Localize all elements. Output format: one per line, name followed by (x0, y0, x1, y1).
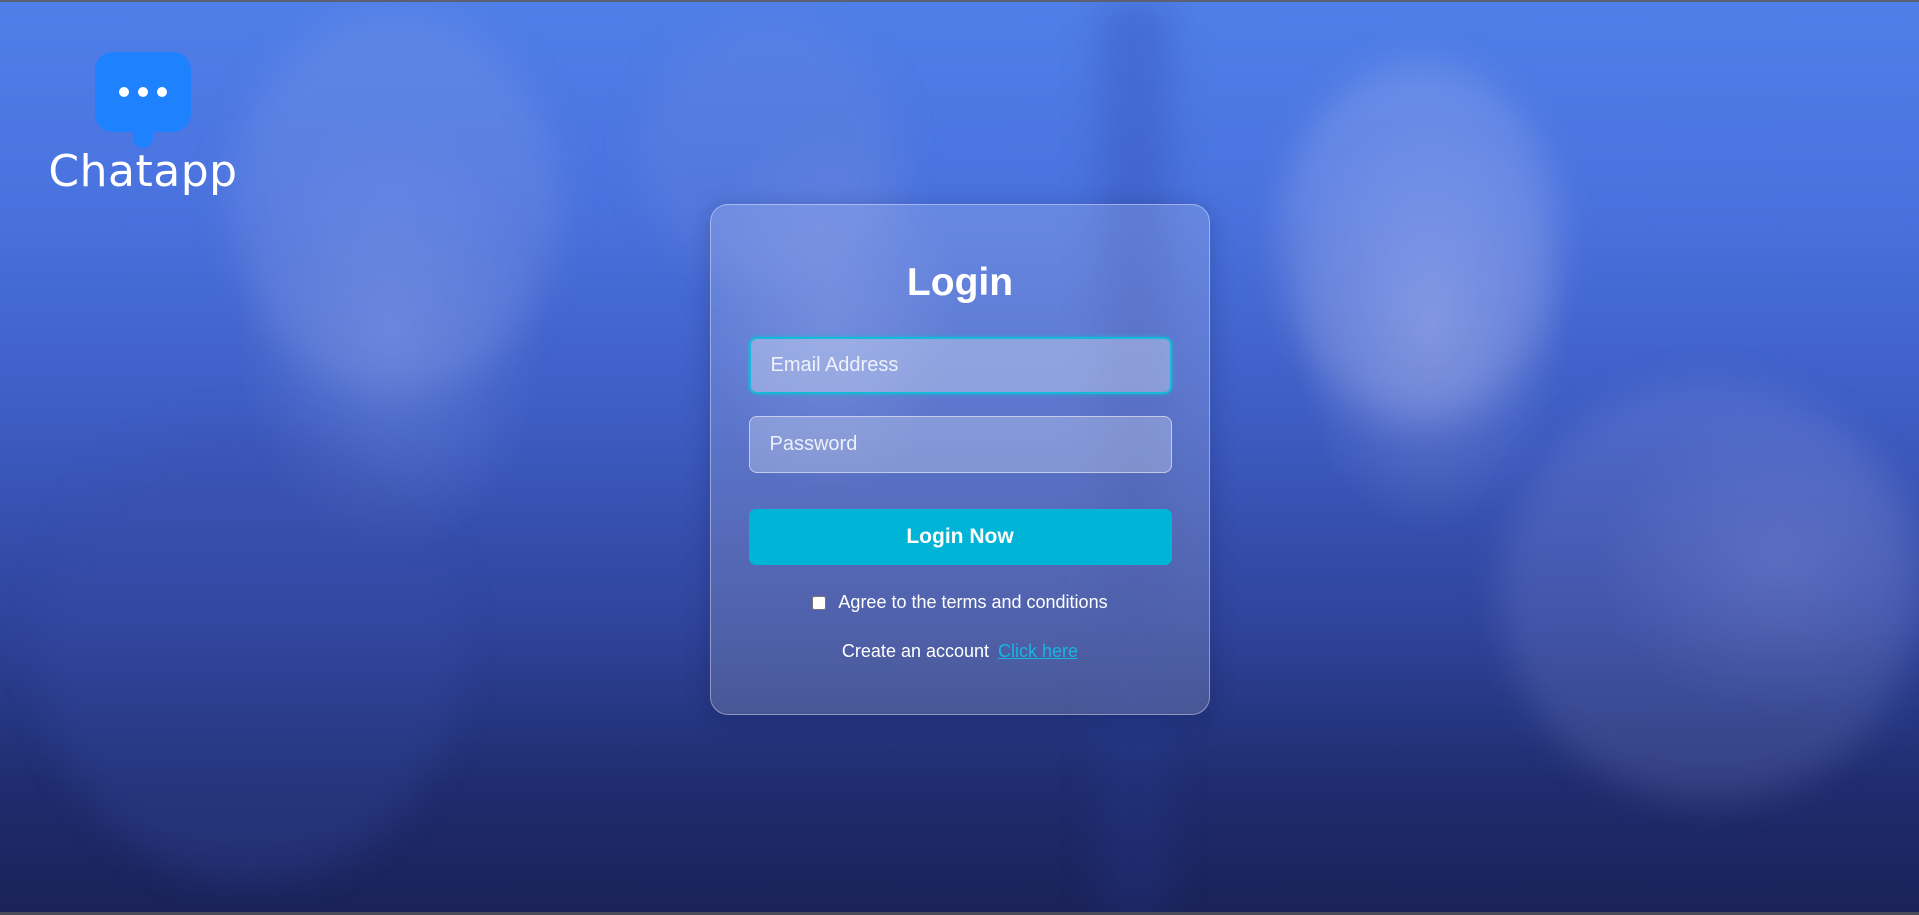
login-page: Chatapp Login Login Now Agree to the ter… (0, 0, 1919, 915)
background-photo-shape (40, 422, 460, 882)
login-button[interactable]: Login Now (748, 509, 1172, 565)
background-photo-shape (1280, 62, 1560, 422)
email-field[interactable] (748, 337, 1172, 394)
signup-row: Create an account Click here (842, 641, 1078, 662)
terms-checkbox[interactable] (812, 595, 827, 610)
password-field[interactable] (748, 416, 1172, 473)
dot (138, 87, 148, 97)
terms-row[interactable]: Agree to the terms and conditions (812, 592, 1108, 613)
dot (157, 87, 167, 97)
brand-name: Chatapp (48, 146, 238, 197)
login-title: Login (906, 261, 1014, 304)
chat-bubble-dots-icon (95, 52, 191, 148)
terms-label: Agree to the terms and conditions (838, 592, 1108, 612)
signup-prompt: Create an account (841, 641, 990, 661)
background-photo-shape (230, 12, 560, 392)
dot (119, 87, 129, 97)
signup-link[interactable]: Click here (998, 641, 1078, 661)
background-photo-shape (1500, 382, 1919, 802)
login-card: Login Login Now Agree to the terms and c… (710, 204, 1210, 715)
brand: Chatapp (48, 52, 238, 197)
